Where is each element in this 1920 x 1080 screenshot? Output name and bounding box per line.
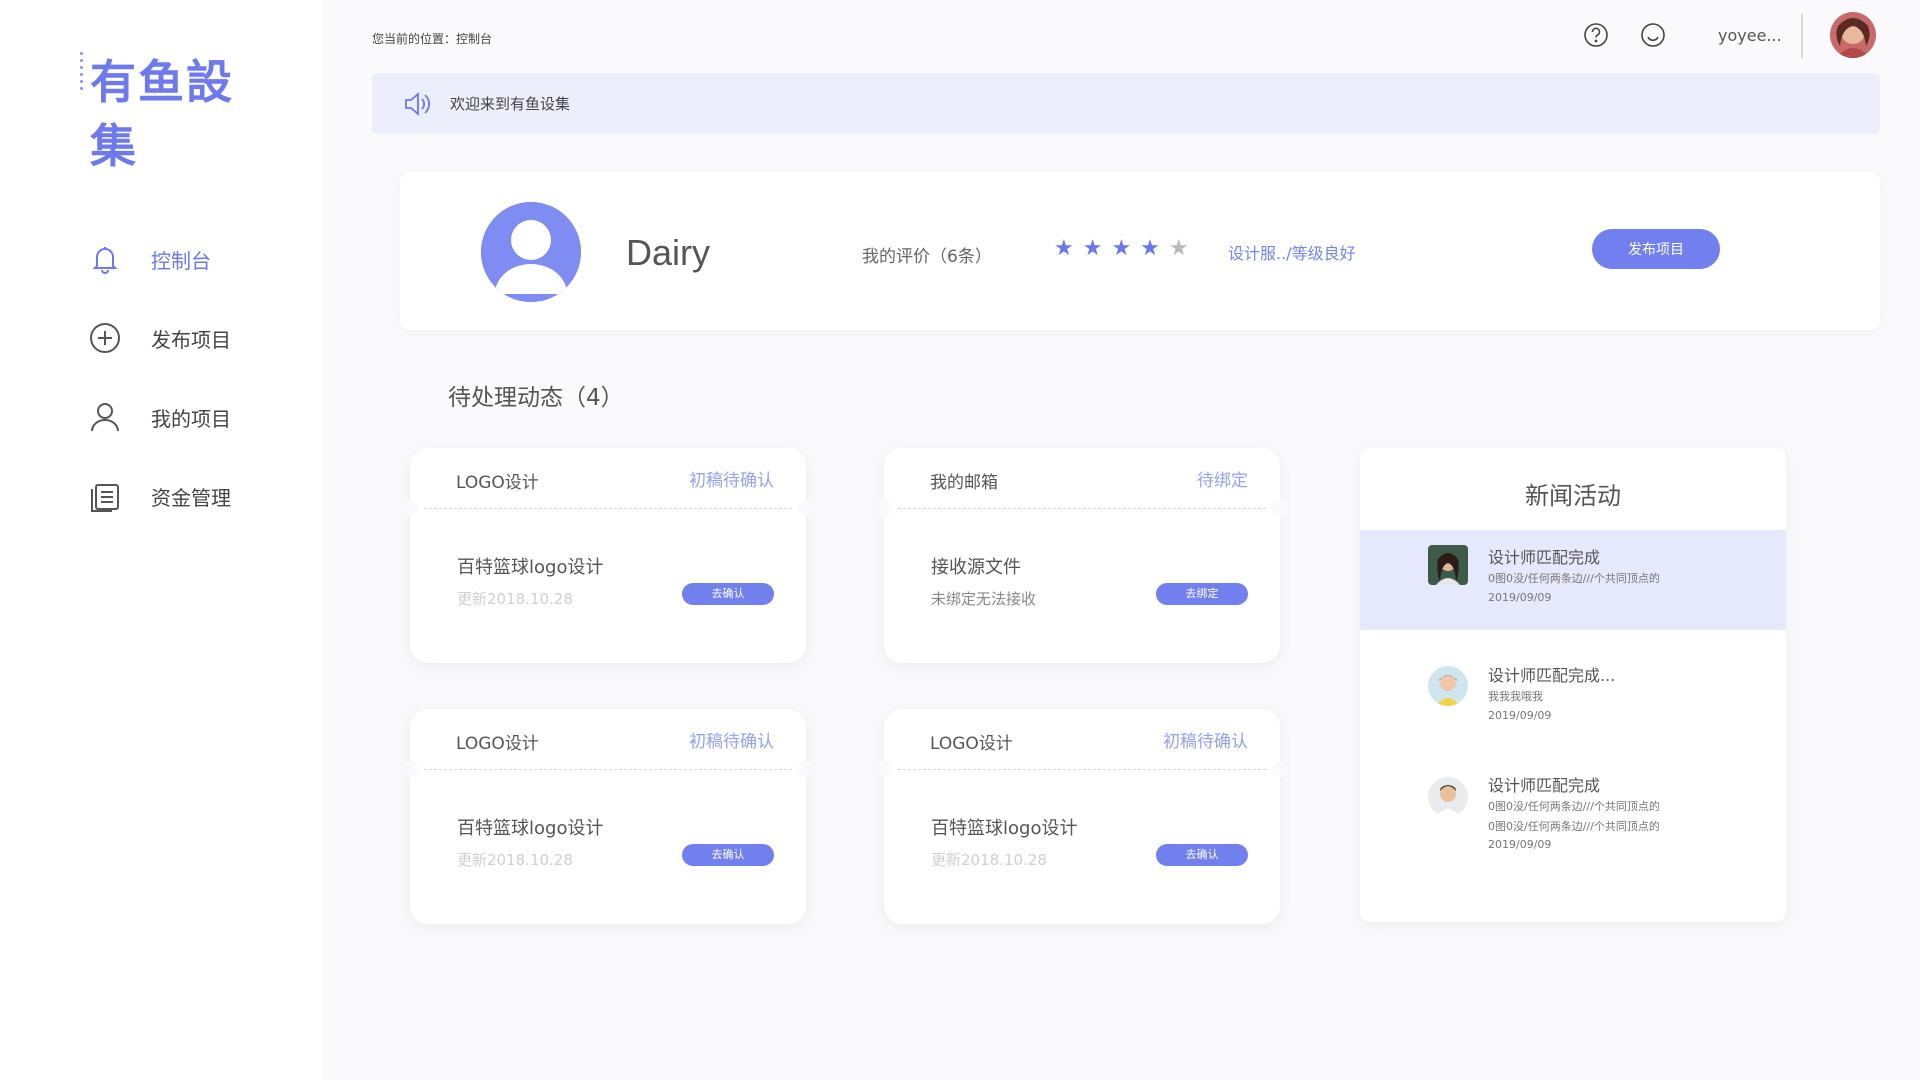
sidebar: 有鱼設集 控制台 发布项目 我的项目 资金管理 [0, 0, 322, 1080]
profile-card: Dairy 我的评价（6条） ★★★★★ 设计服../等级良好 发布项目 [400, 172, 1880, 330]
confirm-button[interactable]: 去确认 [682, 844, 774, 866]
speaker-icon [402, 89, 432, 119]
dashed-divider [898, 769, 1266, 770]
news-item-text: 我我我哦我 [1488, 690, 1543, 703]
card-notch [402, 761, 418, 777]
card-notch [1272, 761, 1288, 777]
news-item[interactable]: 设计师匹配完成... 我我我哦我 2019/09/09 [1360, 650, 1786, 750]
card-notch [798, 761, 814, 777]
news-item-text: 0图0没/任何两条边///个共同顶点的 [1488, 800, 1660, 813]
notice-text: 欢迎来到有鱼设集 [450, 95, 571, 113]
news-title: 新闻活动 [1525, 482, 1621, 510]
task-body-title: 百特篮球logo设计 [457, 818, 604, 839]
logo[interactable]: 有鱼設集 [80, 50, 250, 173]
task-title: LOGO设计 [456, 734, 539, 754]
news-item-text: 0图0没/任何两条边///个共同顶点的 [1488, 572, 1660, 585]
card-notch [798, 500, 814, 516]
confirm-button[interactable]: 去确认 [682, 583, 774, 605]
level-link[interactable]: 设计服../等级良好 [1228, 240, 1356, 264]
sidebar-item-publish[interactable]: 发布项目 [88, 315, 231, 361]
news-item[interactable]: 设计师匹配完成 0图0没/任何两条边///个共同顶点的 2019/09/09 [1360, 530, 1786, 630]
task-body-sub: 更新2018.10.28 [457, 590, 573, 608]
task-card: LOGO设计 初稿待确认 百特篮球logo设计 更新2018.10.28 去确认 [402, 448, 814, 663]
news-item-title: 设计师匹配完成... [1488, 666, 1616, 685]
news-item-date: 2019/09/09 [1488, 709, 1552, 722]
task-body-sub: 更新2018.10.28 [457, 851, 573, 869]
card-notch [1272, 500, 1288, 516]
sidebar-item-label: 资金管理 [151, 485, 231, 510]
task-status[interactable]: 待绑定 [1197, 466, 1248, 491]
dashed-divider [424, 769, 792, 770]
news-item-title: 设计师匹配完成 [1488, 548, 1601, 567]
confirm-button[interactable]: 去确认 [1156, 844, 1248, 866]
avatar[interactable] [1830, 12, 1876, 58]
news-item-title: 设计师匹配完成 [1488, 776, 1601, 795]
task-body-sub: 更新2018.10.28 [931, 851, 1047, 869]
card-notch [876, 761, 892, 777]
task-status[interactable]: 初稿待确认 [689, 466, 774, 491]
breadcrumb: 您当前的位置：控制台 [372, 32, 493, 46]
news-thumbnail [1428, 545, 1468, 585]
pending-section-title: 待处理动态（4） [448, 385, 624, 411]
card-notch [876, 500, 892, 516]
news-item-text: 0图0没/任何两条边///个共同顶点的 [1488, 820, 1660, 833]
profile-name: Dairy [626, 232, 711, 273]
rating-stars-empty: ★ [1168, 236, 1198, 261]
news-item[interactable]: 设计师匹配完成 0图0没/任何两条边///个共同顶点的 0图0没/任何两条边//… [1360, 760, 1786, 870]
dashed-divider [424, 508, 792, 509]
username[interactable]: yoyee... [1718, 26, 1782, 45]
card-notch [402, 500, 418, 516]
task-body-sub: 未绑定无法接收 [931, 590, 1037, 608]
document-list-icon [88, 479, 122, 513]
user-icon [88, 400, 122, 434]
sidebar-item-label: 发布项目 [151, 327, 231, 352]
rating-stars-filled: ★★★★ [1054, 236, 1169, 261]
plus-circle-icon [88, 321, 122, 355]
task-title: LOGO设计 [456, 473, 539, 493]
task-title: LOGO设计 [930, 734, 1013, 754]
dashed-divider [898, 508, 1266, 509]
task-status[interactable]: 初稿待确认 [689, 727, 774, 752]
sidebar-nav: 控制台 发布项目 我的项目 资金管理 [88, 236, 231, 552]
bell-icon [88, 242, 122, 276]
news-thumbnail [1428, 666, 1468, 706]
news-item-date: 2019/09/09 [1488, 838, 1552, 851]
bind-button[interactable]: 去绑定 [1156, 583, 1248, 605]
task-status[interactable]: 初稿待确认 [1163, 727, 1248, 752]
task-body-title: 百特篮球logo设计 [457, 557, 604, 578]
publish-project-button[interactable]: 发布项目 [1592, 229, 1720, 269]
sidebar-item-dashboard[interactable]: 控制台 [88, 236, 231, 282]
header-divider [1801, 14, 1803, 58]
sidebar-item-label: 控制台 [151, 248, 211, 273]
task-card: LOGO设计 初稿待确认 百特篮球logo设计 更新2018.10.28 去确认 [402, 709, 814, 924]
rating-stars: ★★★★★ [1054, 236, 1198, 261]
news-item-date: 2019/09/09 [1488, 591, 1552, 604]
logo-dots [80, 52, 86, 102]
smile-icon[interactable] [1640, 22, 1666, 48]
notice-bar: 欢迎来到有鱼设集 [372, 73, 1880, 134]
task-body-title: 百特篮球logo设计 [931, 818, 1078, 839]
task-body-title: 接收源文件 [931, 557, 1021, 578]
logo-text: 有鱼設集 [90, 55, 234, 173]
sidebar-item-my-projects[interactable]: 我的项目 [88, 394, 231, 440]
help-circle-icon[interactable] [1583, 22, 1609, 48]
news-panel: 新闻活动 设计师匹配完成 0图0没/任何两条边///个共同顶点的 2019/09… [1360, 448, 1786, 922]
profile-avatar [481, 202, 581, 302]
task-card: 我的邮箱 待绑定 接收源文件 未绑定无法接收 去绑定 [876, 448, 1288, 663]
sidebar-item-funds[interactable]: 资金管理 [88, 473, 231, 519]
news-thumbnail [1428, 777, 1468, 817]
task-title: 我的邮箱 [930, 473, 998, 493]
evaluation-label[interactable]: 我的评价（6条） [862, 242, 992, 267]
task-card: LOGO设计 初稿待确认 百特篮球logo设计 更新2018.10.28 去确认 [876, 709, 1288, 924]
sidebar-item-label: 我的项目 [151, 406, 231, 431]
